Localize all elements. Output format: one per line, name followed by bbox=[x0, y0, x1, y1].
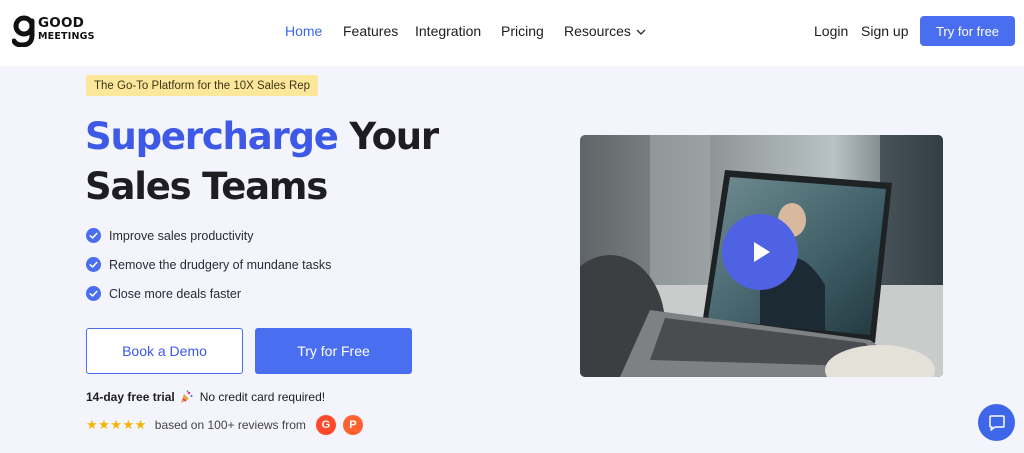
no-card-text: No credit card required! bbox=[199, 390, 326, 404]
headline-your: Your bbox=[337, 115, 439, 158]
nav-home[interactable]: Home bbox=[285, 23, 322, 39]
chat-bubble-icon bbox=[988, 414, 1005, 431]
feature-text: Remove the drudgery of mundane tasks bbox=[109, 257, 332, 272]
check-circle-icon bbox=[86, 228, 101, 243]
feature-text: Improve sales productivity bbox=[109, 228, 254, 243]
hero-headline: Supercharge Your Sales Teams bbox=[85, 112, 439, 212]
nav-resources-label: Resources bbox=[564, 23, 631, 39]
login-link[interactable]: Login bbox=[814, 23, 848, 39]
try-for-free-nav-button[interactable]: Try for free bbox=[920, 16, 1015, 46]
play-icon bbox=[754, 242, 770, 262]
top-nav: GOOD MEETINGS Home Features Integration … bbox=[0, 0, 1024, 66]
logo-text-meetings: MEETINGS bbox=[38, 30, 95, 42]
check-circle-icon bbox=[86, 286, 101, 301]
headline-line2: Sales Teams bbox=[85, 165, 328, 208]
product-hunt-logo-icon[interactable]: P bbox=[342, 415, 363, 435]
chat-widget-button[interactable] bbox=[978, 404, 1015, 441]
rating-stars: ★★★★★ bbox=[86, 417, 147, 432]
logo-g-icon bbox=[12, 15, 35, 47]
feature-text: Close more deals faster bbox=[109, 286, 242, 301]
reviews-row: ★★★★★ based on 100+ reviews from G P bbox=[86, 415, 363, 435]
trial-note: 14-day free trial No credit card require… bbox=[86, 390, 325, 404]
trial-bold-text: 14-day free trial bbox=[86, 390, 175, 404]
signup-link[interactable]: Sign up bbox=[861, 23, 908, 39]
feature-item: Close more deals faster bbox=[86, 279, 331, 308]
g2-logo-icon[interactable]: G bbox=[315, 415, 336, 435]
nav-features[interactable]: Features bbox=[343, 23, 398, 39]
hero-badge: The Go-To Platform for the 10X Sales Rep bbox=[86, 75, 319, 96]
chevron-down-icon bbox=[636, 29, 646, 36]
logo-text-good: GOOD bbox=[38, 15, 85, 31]
headline-highlight: Supercharge bbox=[85, 115, 339, 158]
party-popper-icon bbox=[180, 390, 193, 403]
nav-integration[interactable]: Integration bbox=[415, 23, 481, 39]
nav-resources[interactable]: Resources bbox=[564, 23, 646, 39]
nav-pricing[interactable]: Pricing bbox=[501, 23, 544, 39]
play-button[interactable] bbox=[722, 214, 798, 290]
feature-item: Improve sales productivity bbox=[86, 221, 331, 250]
try-for-free-button[interactable]: Try for Free bbox=[255, 328, 412, 374]
check-circle-icon bbox=[86, 257, 101, 272]
feature-item: Remove the drudgery of mundane tasks bbox=[86, 250, 331, 279]
reviews-text: based on 100+ reviews from bbox=[154, 418, 306, 432]
feature-list: Improve sales productivity Remove the dr… bbox=[86, 221, 331, 308]
good-meetings-logo[interactable]: GOOD MEETINGS bbox=[12, 14, 107, 50]
book-demo-button[interactable]: Book a Demo bbox=[86, 328, 243, 374]
